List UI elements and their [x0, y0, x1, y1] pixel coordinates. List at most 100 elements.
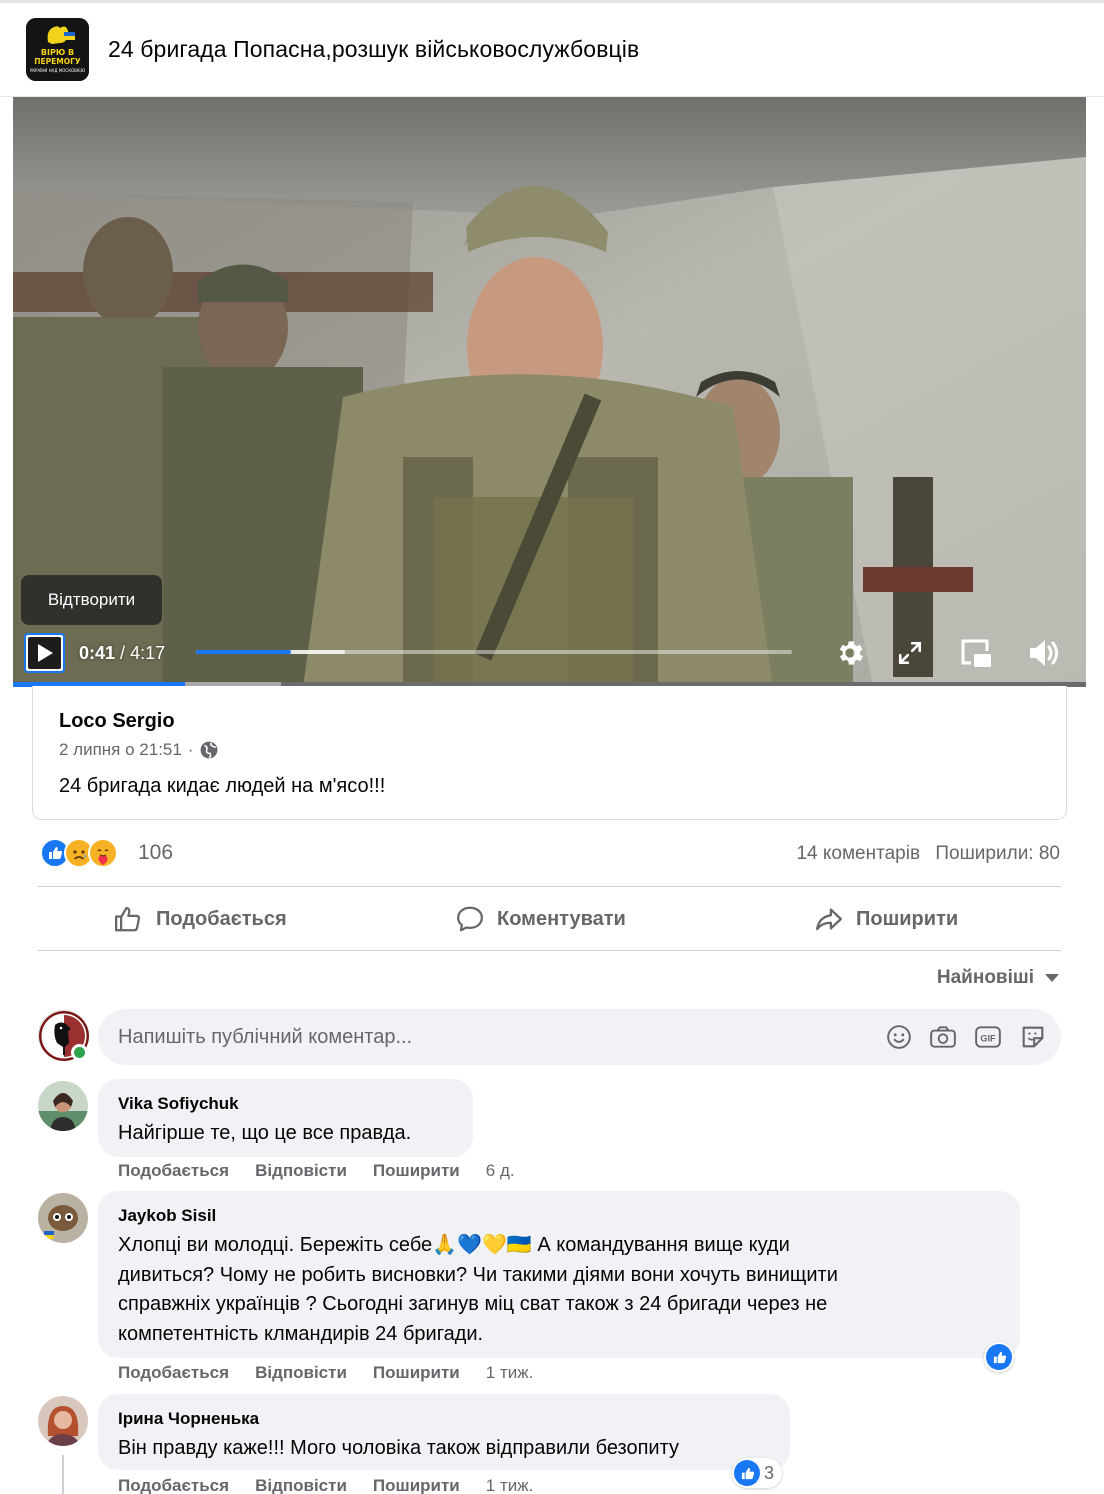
comment-text: Хлопці ви молодці. Бережіть себе🙏💙💛🇺🇦 А …	[118, 1231, 838, 1349]
comment-share-link[interactable]: Поширити	[373, 1363, 460, 1383]
comment-input[interactable]	[118, 1009, 858, 1065]
settings-button[interactable]	[830, 633, 870, 673]
commenter-avatar[interactable]	[38, 1081, 88, 1131]
comment-reply-link[interactable]: Відповісти	[255, 1476, 347, 1494]
comment-bubble: Vika Sofiychuk Найгірше те, що це все пр…	[98, 1079, 473, 1157]
camera-icon	[930, 1026, 956, 1048]
volume-button[interactable]	[1024, 633, 1064, 673]
meta-separator: ·	[187, 740, 194, 759]
play-tooltip: Відтворити	[21, 575, 162, 625]
comment-timestamp[interactable]: 1 тиж.	[486, 1476, 534, 1494]
miniplayer-button[interactable]	[956, 633, 996, 673]
video-scrubber[interactable]	[196, 650, 792, 654]
comment-share-link[interactable]: Поширити	[373, 1161, 460, 1181]
like-reaction-icon	[986, 1344, 1012, 1370]
like-button[interactable]: Подобається	[112, 900, 287, 938]
video-player[interactable]: Відтворити	[13, 97, 1086, 686]
divider	[38, 886, 1061, 887]
comment-line: справжніх українців ? Сьогодні загинув м…	[118, 1293, 828, 1315]
comment-share-link[interactable]: Поширити	[373, 1476, 460, 1494]
comment-line: компетентність клмандирів 24 бригади.	[118, 1322, 484, 1345]
reaction-count[interactable]: 106	[138, 841, 173, 865]
gear-icon	[839, 641, 863, 665]
comments-count-link[interactable]: 14 коментарів	[796, 843, 920, 864]
sticker-icon	[1022, 1026, 1044, 1048]
comment-like-link[interactable]: Подобається	[118, 1161, 229, 1181]
globe-icon[interactable]	[200, 741, 218, 759]
commenter-avatar-image	[38, 1193, 88, 1243]
divider	[38, 950, 1061, 951]
volume-icon	[1030, 640, 1058, 666]
comment-reaction-badge[interactable]: 3	[732, 1458, 783, 1488]
share-button[interactable]: Поширити	[814, 900, 958, 938]
thumbs-up-icon	[115, 907, 141, 932]
care-reaction-icon	[88, 838, 118, 868]
sticker-button[interactable]	[1018, 1022, 1048, 1052]
engagement-summary: 14 коментарів Поширили: 80	[796, 843, 1060, 865]
current-time: 0:41	[79, 643, 116, 663]
comment-line: дивиться? Чому не робить висновки? Чи та…	[118, 1263, 838, 1286]
commenter-avatar-image	[38, 1396, 88, 1446]
comment-icon	[457, 906, 483, 932]
video-frame	[13, 97, 1086, 686]
like-button-label: Подобається	[156, 907, 287, 930]
page-avatar[interactable]: ВІРЮ В ПЕРЕМОГУ УКРАЇНИ НАД МОСКОВІЄЮ	[26, 18, 89, 81]
online-status-indicator	[71, 1044, 88, 1061]
comment-sort-dropdown[interactable]: Найновіші	[937, 967, 1060, 989]
play-button[interactable]	[24, 633, 65, 673]
photo-button[interactable]	[928, 1022, 958, 1052]
svg-text:УКРАЇНИ НАД МОСКОВІЄЮ: УКРАЇНИ НАД МОСКОВІЄЮ	[30, 68, 86, 73]
comment-bubble: Ірина Чорненька Він правду каже!!! Мого …	[98, 1394, 790, 1470]
comment-composer[interactable]: GIF	[98, 1009, 1061, 1065]
shared-post-author[interactable]: Loco Sergio	[59, 710, 175, 733]
scrubber-progress	[196, 650, 292, 654]
reply-thread-line	[62, 1455, 64, 1494]
sort-label: Найновіші	[936, 967, 1034, 988]
comment-line: Хлопці ви молодці. Бережіть себе🙏💙💛🇺🇦 А …	[118, 1234, 790, 1256]
commenter-name[interactable]: Jaykob Sisil	[118, 1206, 216, 1226]
page-title[interactable]: 24 бригада Попасна,розшук військовослужб…	[108, 36, 639, 63]
comment-actions: Подобається Відповісти Поширити 1 тиж.	[118, 1476, 533, 1494]
comment-actions: Подобається Відповісти Поширити 1 тиж.	[118, 1363, 533, 1383]
svg-text:ВІРЮ В: ВІРЮ В	[41, 48, 74, 57]
share-button-label: Поширити	[856, 907, 959, 930]
comment-text: Найгірше те, що це все правда.	[118, 1119, 411, 1149]
comment-reaction-count: 3	[764, 1462, 775, 1483]
page-avatar-image: ВІРЮ В ПЕРЕМОГУ УКРАЇНИ НАД МОСКОВІЄЮ	[26, 18, 89, 81]
shared-post-text: 24 бригада кидає людей на м'ясо!!!	[59, 775, 386, 797]
comment-bubble: Jaykob Sisil Хлопці ви молодці. Бережіть…	[98, 1191, 1020, 1358]
reaction-icons[interactable]	[40, 838, 118, 868]
comment-actions: Подобається Відповісти Поширити 6 д.	[118, 1161, 515, 1181]
comment-timestamp[interactable]: 6 д.	[486, 1161, 515, 1181]
commenter-name[interactable]: Vika Sofiychuk	[118, 1094, 239, 1114]
shared-post-date[interactable]: 2 липня о 21:51	[59, 740, 182, 760]
comment-like-link[interactable]: Подобається	[118, 1363, 229, 1383]
time-separator: /	[120, 643, 126, 663]
gif-button[interactable]: GIF	[973, 1022, 1003, 1052]
comment-reply-link[interactable]: Відповісти	[255, 1363, 347, 1383]
comment-text: Він правду каже!!! Мого чоловіка також в…	[118, 1434, 679, 1464]
svg-text:ПЕРЕМОГУ: ПЕРЕМОГУ	[34, 57, 81, 66]
caret-down-icon	[1045, 974, 1059, 982]
comment-like-link[interactable]: Подобається	[118, 1476, 229, 1494]
video-time: 0:41 / 4:17	[79, 643, 165, 664]
miniplayer-icon	[961, 639, 991, 667]
emoji-icon	[887, 1025, 911, 1049]
comment-timestamp[interactable]: 1 тиж.	[486, 1363, 534, 1383]
comment-line: Він правду каже!!! Мого чоловіка також в…	[118, 1437, 679, 1459]
play-icon	[37, 644, 53, 662]
shares-count-link[interactable]: Поширили: 80	[935, 843, 1060, 864]
comment-button-label: Коментувати	[497, 907, 626, 930]
comment-reply-link[interactable]: Відповісти	[255, 1161, 347, 1181]
comment-line: Найгірше те, що це все правда.	[118, 1122, 412, 1144]
duration: 4:17	[130, 643, 166, 663]
emoji-button[interactable]	[884, 1022, 914, 1052]
page-header: ВІРЮ В ПЕРЕМОГУ УКРАЇНИ НАД МОСКОВІЄЮ 24…	[0, 3, 1104, 97]
commenter-avatar[interactable]	[38, 1193, 88, 1243]
commenter-avatar-image	[38, 1081, 88, 1131]
commenter-avatar[interactable]	[38, 1396, 88, 1446]
fullscreen-button[interactable]	[890, 633, 930, 673]
commenter-name[interactable]: Ірина Чорненька	[118, 1409, 259, 1429]
comment-button[interactable]: Коментувати	[455, 900, 626, 938]
comment-reaction-badge[interactable]	[984, 1342, 1014, 1372]
